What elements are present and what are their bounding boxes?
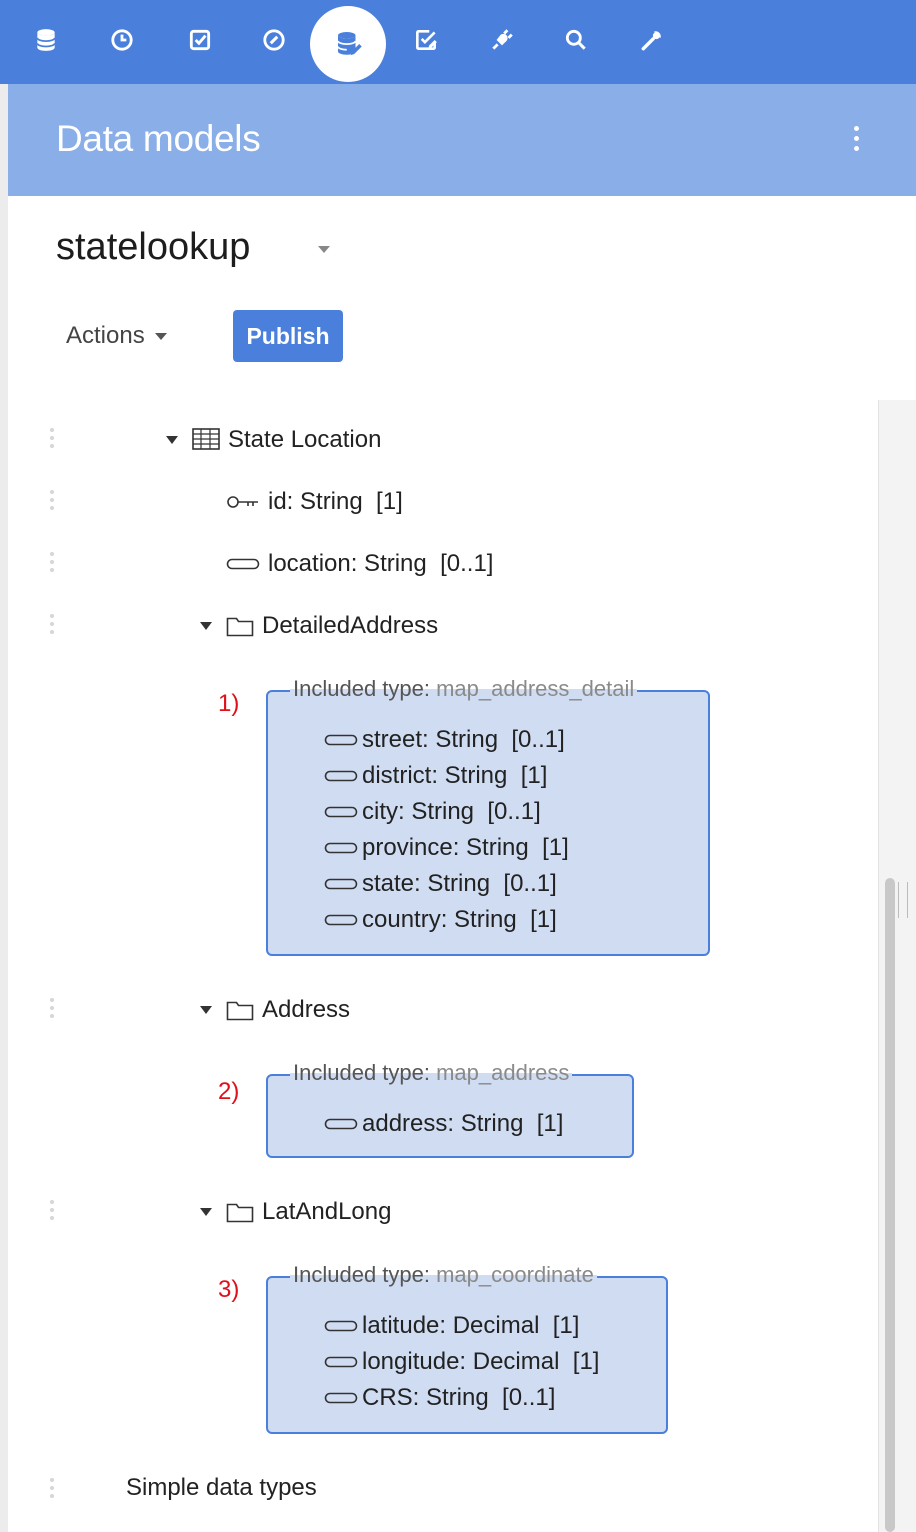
included-field[interactable]: state: String [0..1]: [324, 870, 557, 898]
field-icon: [324, 1392, 358, 1404]
drag-handle-icon[interactable]: [50, 1478, 56, 1504]
included-type-box: Included type: map_address address: Stri…: [266, 1060, 634, 1158]
entity-label: State Location: [228, 426, 382, 453]
included-field[interactable]: CRS: String [0..1]: [324, 1384, 555, 1412]
included-type-name: map_address: [436, 1060, 570, 1085]
field-label: state: String [0..1]: [362, 870, 557, 897]
field-label: street: String [0..1]: [362, 726, 565, 753]
wrench-icon[interactable]: [632, 20, 672, 60]
top-toolbar: [0, 0, 916, 84]
included-field[interactable]: latitude: Decimal [1]: [324, 1312, 579, 1340]
included-field[interactable]: country: String [1]: [324, 906, 557, 934]
field-icon: [324, 1320, 358, 1332]
field-icon: [324, 914, 358, 926]
actions-label: Actions: [66, 322, 145, 349]
chevron-down-icon[interactable]: [318, 246, 330, 253]
database-icon[interactable]: [26, 20, 66, 60]
field-label: district: String [1]: [362, 762, 548, 789]
included-field[interactable]: street: String [0..1]: [324, 726, 565, 754]
annotation-marker: 1): [218, 690, 240, 717]
expand-triangle-icon[interactable]: [166, 436, 178, 444]
folder-icon: [226, 1001, 254, 1021]
data-models-icon[interactable]: [310, 6, 386, 82]
included-field[interactable]: longitude: Decimal [1]: [324, 1348, 599, 1376]
scrollbar-thumb[interactable]: [885, 878, 895, 1532]
field-icon: [324, 1118, 358, 1130]
field-icon: [324, 1356, 358, 1368]
table-icon: [192, 428, 220, 450]
task-edit-icon[interactable]: [406, 20, 446, 60]
tree-field-id[interactable]: id: String [1]: [226, 488, 403, 516]
drag-handle-icon[interactable]: [50, 1200, 56, 1226]
included-field[interactable]: district: String [1]: [324, 762, 547, 790]
field-label: CRS: String [0..1]: [362, 1384, 556, 1411]
plug-icon[interactable]: [482, 20, 522, 60]
included-type-label: Included type: map_address_detail: [290, 676, 638, 702]
checkbox-icon[interactable]: [180, 20, 220, 60]
field-icon: [324, 770, 358, 782]
tree-entity-state-location[interactable]: State Location: [166, 426, 381, 454]
included-prefix: Included type:: [293, 676, 430, 701]
group-label: DetailedAddress: [262, 612, 439, 639]
field-icon: [324, 842, 358, 854]
group-label: LatAndLong: [262, 1198, 392, 1225]
scrollbar-track[interactable]: [878, 400, 916, 1532]
scrollbar-grip[interactable]: [898, 882, 908, 918]
included-type-box: Included type: map_address_detail street…: [266, 676, 710, 956]
expand-triangle-icon[interactable]: [200, 1006, 212, 1014]
actions-dropdown[interactable]: Actions: [66, 322, 167, 350]
annotation-marker: 2): [218, 1078, 240, 1105]
field-label: latitude: Decimal [1]: [362, 1312, 580, 1339]
field-label: address: String [1]: [362, 1110, 564, 1137]
tree-group-address[interactable]: Address: [200, 996, 350, 1024]
caret-down-icon: [154, 333, 167, 341]
search-icon[interactable]: [556, 20, 596, 60]
field-icon: [324, 806, 358, 818]
gauge-icon[interactable]: [254, 20, 294, 60]
field-label: location: String [0..1]: [268, 550, 494, 577]
drag-handle-icon[interactable]: [50, 614, 56, 640]
group-label: Address: [262, 996, 351, 1023]
page-header: Data models: [8, 84, 916, 196]
field-label: country: String [1]: [362, 906, 557, 933]
annotation-marker: 3): [218, 1276, 240, 1303]
included-type-name: map_address_detail: [436, 676, 635, 701]
field-icon: [324, 734, 358, 746]
drag-handle-icon[interactable]: [50, 490, 56, 516]
tree-group-lat-and-long[interactable]: LatAndLong: [200, 1198, 391, 1226]
field-label: longitude: Decimal [1]: [362, 1348, 600, 1375]
model-name[interactable]: statelookup: [56, 226, 250, 269]
included-prefix: Included type:: [293, 1262, 430, 1287]
included-type-box: Included type: map_coordinate latitude: …: [266, 1262, 668, 1434]
included-type-name: map_coordinate: [436, 1262, 594, 1287]
field-label: province: String [1]: [362, 834, 569, 861]
drag-handle-icon[interactable]: [50, 428, 56, 454]
tree-field-location[interactable]: location: String [0..1]: [226, 550, 493, 578]
field-icon: [226, 558, 260, 570]
included-prefix: Included type:: [293, 1060, 430, 1085]
page-title: Data models: [56, 118, 261, 159]
expand-triangle-icon[interactable]: [200, 622, 212, 630]
folder-icon: [226, 617, 254, 637]
simple-data-types-item[interactable]: Simple data types: [126, 1474, 317, 1502]
more-menu-icon[interactable]: [848, 126, 864, 158]
expand-triangle-icon[interactable]: [200, 1208, 212, 1216]
drag-handle-icon[interactable]: [50, 998, 56, 1024]
field-icon: [324, 878, 358, 890]
field-label: id: String [1]: [268, 488, 403, 515]
field-label: city: String [0..1]: [362, 798, 541, 825]
clock-icon[interactable]: [102, 20, 142, 60]
included-field[interactable]: address: String [1]: [324, 1110, 563, 1138]
included-field[interactable]: city: String [0..1]: [324, 798, 541, 826]
publish-button[interactable]: Publish: [233, 310, 343, 362]
included-type-label: Included type: map_coordinate: [290, 1262, 597, 1288]
key-icon: [227, 496, 258, 508]
included-field[interactable]: province: String [1]: [324, 834, 569, 862]
tree-group-detailed-address[interactable]: DetailedAddress: [200, 612, 438, 640]
folder-icon: [226, 1203, 254, 1223]
included-type-label: Included type: map_address: [290, 1060, 573, 1086]
drag-handle-icon[interactable]: [50, 552, 56, 578]
